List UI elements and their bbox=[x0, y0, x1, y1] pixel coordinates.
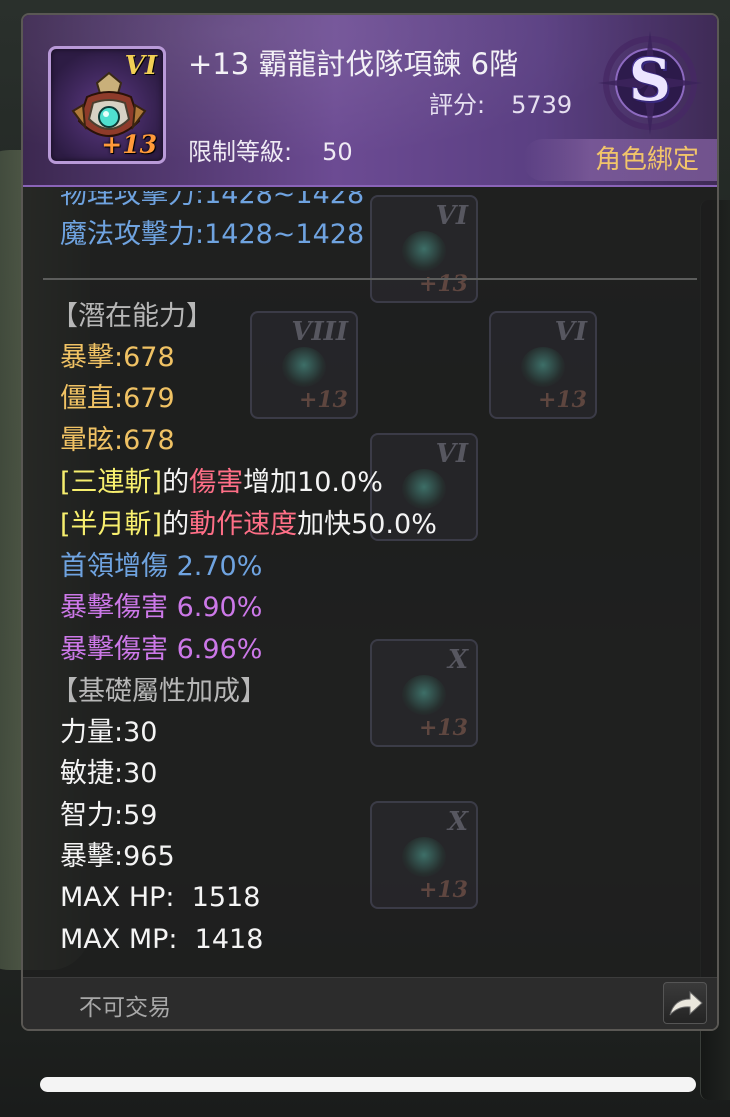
crit-damage-stat: 暴擊傷害 6.96% bbox=[60, 634, 263, 665]
score-label: 評分: bbox=[429, 91, 486, 119]
item-name: +13 霸龍討伐隊項鍊 6階 bbox=[188, 47, 519, 81]
skill-attr: 傷害 bbox=[189, 467, 244, 498]
skill-effect: 加快50.0% bbox=[297, 509, 437, 540]
slot-tier: X bbox=[447, 807, 468, 837]
inventory-slot-ghost: X +13 bbox=[370, 801, 478, 909]
base-attr-header: 【基礎屬性加成】 bbox=[51, 676, 267, 707]
item-tooltip: VI +13 VIII +13 VI +13 VI X +13 X +13 物理… bbox=[21, 13, 719, 1031]
item-gem-icon bbox=[402, 231, 446, 271]
base-attr-stat: 敏捷:30 bbox=[60, 758, 158, 789]
slot-enhance: +13 bbox=[418, 715, 468, 741]
item-gem-icon bbox=[402, 675, 446, 715]
slot-enhance: +13 bbox=[298, 387, 348, 413]
skill-of: 的 bbox=[162, 509, 190, 540]
slot-tier: VI bbox=[435, 439, 468, 469]
tooltip-footer: 不可交易 bbox=[23, 977, 717, 1029]
req-value: 50 bbox=[322, 138, 353, 166]
skill-bonus-line: [三連斬]的傷害增加10.0% bbox=[60, 467, 383, 499]
magic-attack-stat: 魔法攻擊力:1428~1428 bbox=[60, 219, 365, 250]
potential-header: 【潛在能力】 bbox=[51, 301, 213, 332]
home-indicator[interactable] bbox=[40, 1077, 696, 1092]
crit-damage-stat: 暴擊傷害 6.90% bbox=[60, 592, 263, 623]
rank-badge: S bbox=[596, 29, 704, 137]
item-icon: VI +13 bbox=[48, 46, 166, 164]
share-button[interactable] bbox=[663, 982, 707, 1024]
slot-tier: X bbox=[447, 645, 468, 675]
skill-name: [三連斬] bbox=[60, 467, 163, 498]
skill-attr: 動作速度 bbox=[189, 509, 298, 540]
slot-enhance: +13 bbox=[537, 387, 587, 413]
base-attr-stat: 力量:30 bbox=[60, 717, 158, 748]
item-gem-icon bbox=[282, 347, 326, 387]
trade-status: 不可交易 bbox=[79, 995, 171, 1021]
slot-enhance: +13 bbox=[418, 877, 468, 903]
item-gem-icon bbox=[402, 837, 446, 877]
potential-stat: 暴擊:678 bbox=[60, 342, 175, 373]
divider bbox=[43, 278, 697, 280]
item-gem-icon bbox=[402, 469, 446, 509]
level-requirement: 限制等級: 50 bbox=[188, 132, 353, 167]
skill-name: [半月斬] bbox=[60, 509, 163, 540]
skill-bonus-line: [半月斬]的動作速度加快50.0% bbox=[60, 509, 437, 541]
slot-tier: VI bbox=[554, 317, 587, 347]
bind-status-badge: 角色綁定 bbox=[523, 139, 717, 181]
potential-stat: 暈眩:678 bbox=[60, 425, 175, 456]
slot-enhance: +13 bbox=[418, 271, 468, 297]
base-attr-stat: MAX HP: 1518 bbox=[60, 882, 261, 913]
boss-damage-stat: 首領增傷 2.70% bbox=[60, 551, 263, 582]
potential-stat: 僵直:679 bbox=[60, 383, 175, 414]
base-attr-stat: MAX MP: 1418 bbox=[60, 924, 264, 955]
item-enhance-level: +13 bbox=[101, 130, 157, 159]
slot-tier: VI bbox=[435, 201, 468, 231]
item-tier: VI bbox=[124, 51, 157, 81]
share-arrow-icon bbox=[669, 990, 703, 1016]
req-label: 限制等級: bbox=[188, 138, 293, 166]
skill-effect: 增加10.0% bbox=[243, 467, 383, 498]
slot-tier: VIII bbox=[291, 317, 348, 347]
rank-letter: S bbox=[629, 46, 671, 114]
score-value: 5739 bbox=[511, 91, 573, 119]
item-header: VI +13 +13 霸龍討伐隊項鍊 6階 評分: 5739 限制等級: 50 S … bbox=[23, 15, 717, 187]
inventory-slot-ghost: VIII +13 bbox=[250, 311, 358, 419]
inventory-slot-ghost: VI +13 bbox=[489, 311, 597, 419]
item-score: 評分: 5739 bbox=[429, 85, 572, 120]
item-gem-icon bbox=[521, 347, 565, 387]
base-attr-stat: 智力:59 bbox=[60, 800, 158, 831]
base-attr-stat: 暴擊:965 bbox=[60, 841, 175, 872]
inventory-slot-ghost: VI +13 bbox=[370, 195, 478, 303]
skill-of: 的 bbox=[162, 467, 190, 498]
inventory-slot-ghost: X +13 bbox=[370, 639, 478, 747]
